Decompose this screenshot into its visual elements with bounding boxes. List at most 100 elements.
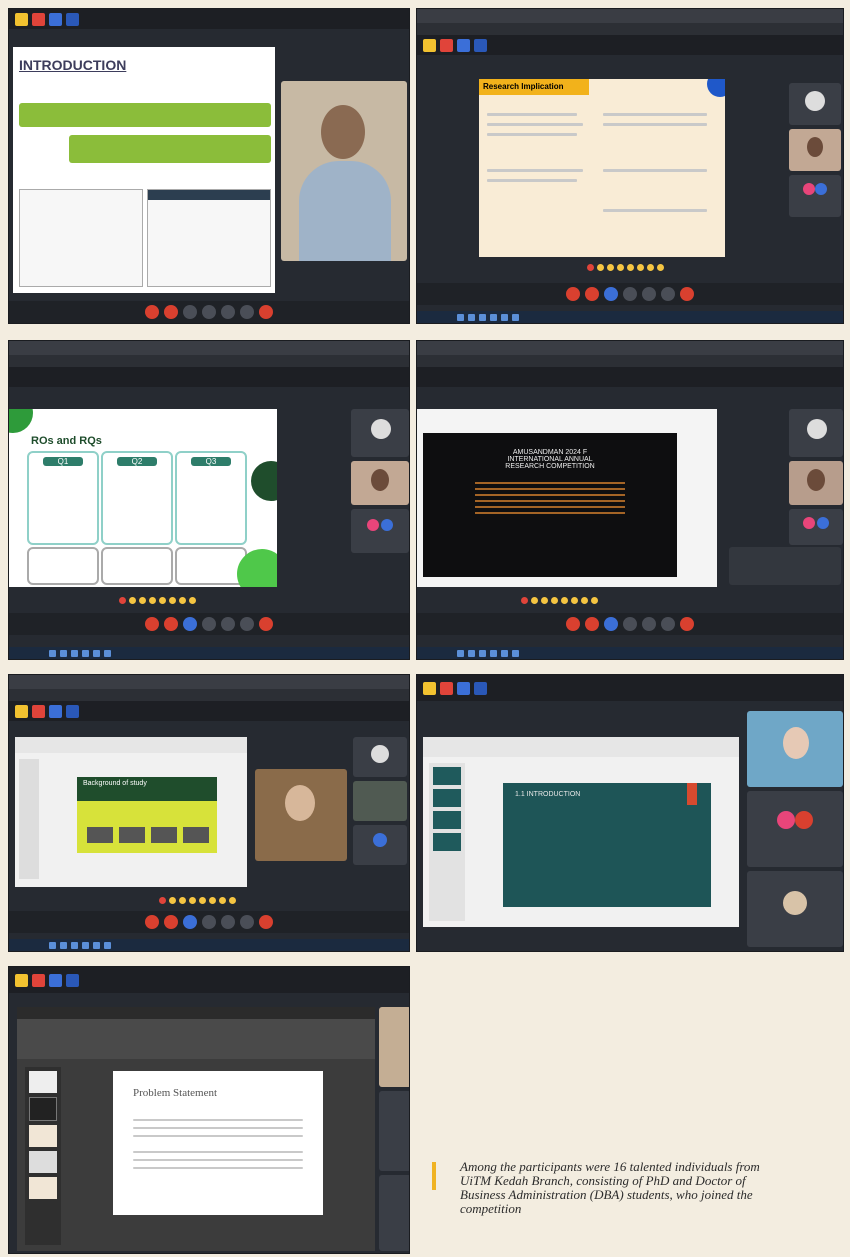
reactions-button[interactable] xyxy=(642,287,656,301)
emoji-icon[interactable] xyxy=(591,597,598,604)
camera-button[interactable] xyxy=(585,617,599,631)
reactions-button[interactable] xyxy=(221,305,235,319)
reactions-button[interactable] xyxy=(221,915,235,929)
slide-title: ROs and RQs xyxy=(31,435,102,447)
slide-line: RESEARCH COMPETITION xyxy=(505,463,595,470)
emoji-icon[interactable] xyxy=(219,897,226,904)
heart-icon[interactable] xyxy=(521,597,528,604)
heart-icon[interactable] xyxy=(119,597,126,604)
card-label: Q3 xyxy=(191,457,231,466)
leave-button[interactable] xyxy=(259,305,273,319)
app-icon xyxy=(457,38,470,52)
emoji-icon[interactable] xyxy=(179,597,186,604)
more-button[interactable] xyxy=(240,617,254,631)
camera-button[interactable] xyxy=(164,617,178,631)
app-icon xyxy=(49,12,62,26)
avatar xyxy=(783,891,807,915)
shared-slide: Background of study xyxy=(15,737,247,887)
emoji-icon[interactable] xyxy=(531,597,538,604)
heart-icon[interactable] xyxy=(159,897,166,904)
share-button[interactable] xyxy=(604,617,618,631)
avatar xyxy=(371,419,391,439)
mic-button[interactable] xyxy=(566,617,580,631)
participant-tile xyxy=(379,1175,409,1251)
emoji-icon[interactable] xyxy=(229,897,236,904)
more-button[interactable] xyxy=(240,915,254,929)
avatar xyxy=(805,91,825,111)
mic-button[interactable] xyxy=(566,287,580,301)
reactions-button[interactable] xyxy=(642,617,656,631)
chat-button[interactable] xyxy=(623,617,637,631)
person-icon xyxy=(371,469,389,491)
more-button[interactable] xyxy=(240,305,254,319)
emoji-icon[interactable] xyxy=(551,597,558,604)
camera-button[interactable] xyxy=(164,305,178,319)
emoji-icon[interactable] xyxy=(169,597,176,604)
participant-tile xyxy=(351,409,409,457)
share-button[interactable] xyxy=(183,617,197,631)
chat-button[interactable] xyxy=(202,617,216,631)
leave-button[interactable] xyxy=(680,287,694,301)
avatar xyxy=(807,419,827,439)
emoji-icon[interactable] xyxy=(617,264,624,271)
emoji-icon[interactable] xyxy=(169,897,176,904)
avatar xyxy=(381,519,393,531)
slide-title: 1.1 INTRODUCTION xyxy=(515,791,581,798)
leave-button[interactable] xyxy=(259,915,273,929)
camera-button[interactable] xyxy=(164,915,178,929)
share-button[interactable] xyxy=(183,305,197,319)
screenshot-6: 1.1 INTRODUCTION xyxy=(416,674,844,952)
emoji-icon[interactable] xyxy=(149,597,156,604)
emoji-icon[interactable] xyxy=(637,264,644,271)
leave-button[interactable] xyxy=(680,617,694,631)
emoji-icon[interactable] xyxy=(597,264,604,271)
meeting-header xyxy=(9,967,409,993)
leave-button[interactable] xyxy=(259,617,273,631)
participant-tile xyxy=(789,175,841,217)
chat-button[interactable] xyxy=(202,915,216,929)
emoji-icon[interactable] xyxy=(129,597,136,604)
more-button[interactable] xyxy=(661,617,675,631)
more-button[interactable] xyxy=(661,287,675,301)
page: { "panels": [ {"meeting_title": "", "sli… xyxy=(0,0,850,1257)
chat-button[interactable] xyxy=(202,305,216,319)
emoji-icon[interactable] xyxy=(607,264,614,271)
shared-slide: Problem Statement xyxy=(17,1007,375,1251)
emoji-icon[interactable] xyxy=(159,597,166,604)
share-button[interactable] xyxy=(604,287,618,301)
mic-button[interactable] xyxy=(145,617,159,631)
emoji-icon[interactable] xyxy=(541,597,548,604)
slide-image: Problem Statement xyxy=(113,1071,323,1215)
emoji-icon[interactable] xyxy=(189,897,196,904)
app-icon xyxy=(49,704,62,718)
emoji-icon[interactable] xyxy=(657,264,664,271)
shared-slide: 1.1 INTRODUCTION xyxy=(423,737,739,927)
emoji-icon[interactable] xyxy=(647,264,654,271)
emoji-icon[interactable] xyxy=(189,597,196,604)
emoji-icon[interactable] xyxy=(561,597,568,604)
slide-title: Research Implication xyxy=(479,79,589,95)
camera-button[interactable] xyxy=(585,287,599,301)
emoji-icon[interactable] xyxy=(139,597,146,604)
browser-tabs xyxy=(9,675,409,689)
emoji-icon[interactable] xyxy=(199,897,206,904)
reactions-button[interactable] xyxy=(221,617,235,631)
emoji-icon[interactable] xyxy=(209,897,216,904)
emoji-icon[interactable] xyxy=(179,897,186,904)
mic-button[interactable] xyxy=(145,305,159,319)
reaction-bar xyxy=(587,264,664,271)
chat-notification[interactable] xyxy=(729,547,841,585)
slide-title: INTRODUCTION xyxy=(19,57,127,73)
share-button[interactable] xyxy=(183,915,197,929)
chat-button[interactable] xyxy=(623,287,637,301)
taskbar xyxy=(417,311,843,323)
participant-tile xyxy=(789,409,843,457)
card: Q2 xyxy=(101,451,173,545)
emoji-icon[interactable] xyxy=(627,264,634,271)
emoji-icon[interactable] xyxy=(581,597,588,604)
taskbar xyxy=(9,647,409,659)
emoji-icon[interactable] xyxy=(571,597,578,604)
mic-button[interactable] xyxy=(145,915,159,929)
heart-icon[interactable] xyxy=(587,264,594,271)
avatar xyxy=(777,811,795,829)
